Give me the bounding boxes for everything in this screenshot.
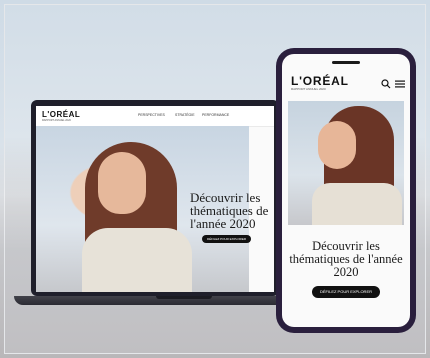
laptop-base	[14, 296, 304, 305]
nav-item-strategie[interactable]: STRATÉGIE	[175, 113, 195, 117]
laptop-lid: L'ORÉAL RAPPORT ANNUEL 2020 PERSPECTIVES…	[31, 100, 279, 296]
model-face	[318, 121, 356, 169]
phone-hero-title: Découvrir les thématiques de l'année 202…	[289, 239, 403, 279]
search-icon[interactable]	[381, 79, 391, 89]
brand-subtitle: RAPPORT ANNUEL 2020	[291, 87, 326, 91]
model-shirt	[82, 228, 192, 292]
nav-item-performance[interactable]: PERFORMANCE	[202, 113, 229, 117]
brand-logo[interactable]: L'ORÉAL	[42, 110, 80, 119]
laptop-header: L'ORÉAL RAPPORT ANNUEL 2020 PERSPECTIVES…	[36, 106, 274, 127]
laptop-hero-title: Découvrir les thématiques de l'année 202…	[190, 190, 269, 231]
model-face	[98, 152, 146, 214]
laptop-cta-button[interactable]: DÉFILEZ POUR EXPLORER	[202, 235, 252, 243]
nav-item-perspectives[interactable]: PERSPECTIVES	[138, 113, 165, 117]
phone-speaker	[332, 61, 360, 64]
model-shirt	[312, 183, 402, 225]
phone-device: L'ORÉAL RAPPORT ANNUEL 2020 Découvrir le…	[276, 48, 416, 333]
laptop-notch	[156, 296, 212, 299]
phone-hero-image	[288, 101, 404, 225]
phone-screen: L'ORÉAL RAPPORT ANNUEL 2020 Découvrir le…	[282, 54, 410, 327]
menu-icon[interactable]	[395, 80, 405, 88]
phone-cta-button[interactable]: DÉFILEZ POUR EXPLORER	[312, 286, 380, 298]
marketing-scene: L'ORÉAL RAPPORT ANNUEL 2020 PERSPECTIVES…	[0, 0, 430, 358]
laptop-screen: L'ORÉAL RAPPORT ANNUEL 2020 PERSPECTIVES…	[36, 106, 274, 292]
laptop-device: L'ORÉAL RAPPORT ANNUEL 2020 PERSPECTIVES…	[31, 100, 279, 296]
brand-subtitle: RAPPORT ANNUEL 2020	[42, 119, 71, 122]
brand-logo[interactable]: L'ORÉAL	[291, 74, 349, 88]
